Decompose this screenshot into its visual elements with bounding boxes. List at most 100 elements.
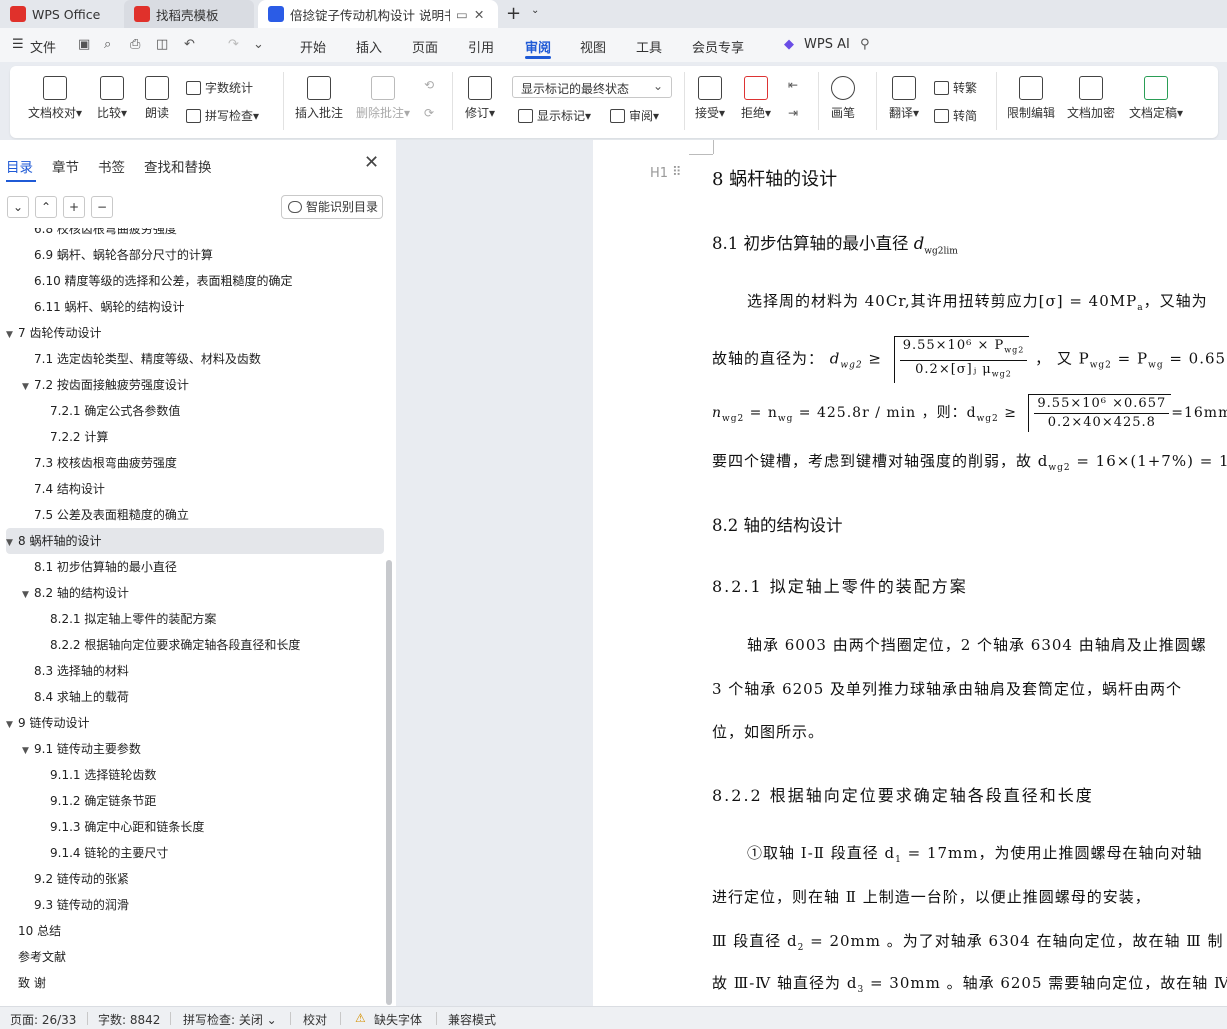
toc-item[interactable]: ▼ 9.1 链传动主要参数 xyxy=(22,736,141,762)
page-indicator[interactable]: 页面: 26/33 xyxy=(10,1011,76,1028)
window-icon[interactable]: ▭ xyxy=(456,7,468,22)
next-change-icon[interactable]: ⇥ xyxy=(788,106,798,120)
redo-icon[interactable]: ↷ xyxy=(228,37,239,52)
collapse-all-button[interactable]: ⌄ xyxy=(7,196,29,218)
menu-member[interactable]: 会员专享 xyxy=(692,37,744,56)
tab-toc[interactable]: 目录 xyxy=(6,156,33,176)
toc-item[interactable]: 9.2 链传动的张紧 xyxy=(22,866,129,892)
read-aloud-button[interactable]: 朗读 xyxy=(142,76,172,121)
hamburger-icon[interactable]: ☰ xyxy=(12,37,24,52)
accept-button[interactable]: 接受▾ xyxy=(692,76,728,121)
menu-view[interactable]: 视图 xyxy=(580,37,606,56)
encrypt-button[interactable]: 文档加密 xyxy=(1066,76,1116,121)
prev-comment-icon[interactable]: ⟲ xyxy=(424,78,434,92)
toc-item[interactable]: 8.3 选择轴的材料 xyxy=(22,658,129,684)
menu-page[interactable]: 页面 xyxy=(412,37,438,56)
expand-triangle-icon[interactable]: ▼ xyxy=(6,322,18,348)
toc-item[interactable]: 9.1.1 选择链轮齿数 xyxy=(38,762,156,788)
menu-file[interactable]: 文件 xyxy=(30,37,56,56)
toc-item[interactable]: ▼ 8.2 轴的结构设计 xyxy=(22,580,129,606)
toc-item[interactable]: 参考文献 xyxy=(6,944,66,970)
toc-item[interactable]: 7.4 结构设计 xyxy=(22,476,105,502)
tab-document[interactable]: 倍捻锭子传动机构设计 说明书 ▭ ✕ xyxy=(258,0,498,28)
toc-item[interactable]: 6.11 蜗杆、蜗轮的结构设计 xyxy=(22,294,185,320)
menu-review[interactable]: 审阅 xyxy=(525,37,551,56)
menu-wps-ai[interactable]: WPS AI xyxy=(804,37,850,52)
share-icon[interactable]: ⌕ xyxy=(104,37,111,52)
close-tab-icon[interactable]: ✕ xyxy=(474,7,484,22)
missing-font-status[interactable]: 缺失字体 xyxy=(374,1011,422,1028)
menu-start[interactable]: 开始 xyxy=(300,37,326,56)
tab-bookmarks[interactable]: 书签 xyxy=(98,156,125,176)
to-simplified-button[interactable]: 转简 xyxy=(934,107,977,124)
close-pane-icon[interactable]: ✕ xyxy=(364,152,379,173)
toc-item[interactable]: 9.3 链传动的润滑 xyxy=(22,892,129,918)
tab-template[interactable]: 找稻壳模板 xyxy=(124,0,254,28)
tab-chapters[interactable]: 章节 xyxy=(52,156,79,176)
toc-scrollbar[interactable] xyxy=(386,560,392,1005)
pen-button[interactable]: 画笔 xyxy=(828,76,858,121)
toc-item[interactable]: 8.4 求轴上的载荷 xyxy=(22,684,129,710)
toc-item[interactable]: 6.8 校核齿根弯曲疲劳强度 xyxy=(22,228,177,242)
new-tab-button[interactable]: + xyxy=(506,3,521,24)
proof-status[interactable]: 校对 xyxy=(303,1011,327,1028)
restrict-edit-button[interactable]: 限制编辑 xyxy=(1006,76,1056,121)
reject-button[interactable]: 拒绝▾ xyxy=(738,76,774,121)
menu-tools[interactable]: 工具 xyxy=(636,37,662,56)
spell-check-button[interactable]: 拼写检查 ▾ xyxy=(186,107,259,124)
toc-item[interactable]: 9.1.3 确定中心距和链条长度 xyxy=(38,814,204,840)
review-pane-button[interactable]: 审阅 ▾ xyxy=(610,107,659,124)
print-icon[interactable]: ⎙ xyxy=(130,37,140,52)
next-comment-icon[interactable]: ⟳ xyxy=(424,106,434,120)
menu-insert[interactable]: 插入 xyxy=(356,37,382,56)
toc-item[interactable]: 致 谢 xyxy=(6,970,46,996)
toc-item[interactable]: ▼ 7 齿轮传动设计 xyxy=(6,320,101,346)
toc-item[interactable]: ▼ 8 蜗杆轴的设计 xyxy=(6,528,384,554)
translate-button[interactable]: 翻译▾ xyxy=(886,76,922,121)
toc-item[interactable]: 7.2.2 计算 xyxy=(38,424,108,450)
finalize-button[interactable]: 文档定稿▾ xyxy=(1126,76,1186,121)
delete-comment-button[interactable]: 删除批注▾ xyxy=(354,76,412,121)
remove-heading-button[interactable]: − xyxy=(91,196,113,218)
wps-ai-icon[interactable]: ◆ xyxy=(784,37,794,52)
toc-item[interactable]: 8.1 初步估算轴的最小直径 xyxy=(22,554,177,580)
toc-item[interactable]: 7.3 校核齿根弯曲疲劳强度 xyxy=(22,450,177,476)
document-page[interactable]: H1 ⠿ 8 蜗杆轴的设计 8.1 初步估算轴的最小直径 dwg2lim 选择周… xyxy=(593,140,1227,1006)
expand-triangle-icon[interactable]: ▼ xyxy=(22,374,34,400)
display-state-select[interactable]: 显示标记的最终状态 ⌄ xyxy=(512,76,672,98)
prev-change-icon[interactable]: ⇤ xyxy=(788,78,798,92)
drag-handle-icon[interactable]: ⠿ xyxy=(672,165,682,180)
undo-icon[interactable]: ↶ xyxy=(184,37,195,52)
word-count-button[interactable]: 字数统计 xyxy=(186,79,253,96)
revise-button[interactable]: 修订▾ xyxy=(462,76,498,121)
toc-item[interactable]: 6.9 蜗杆、蜗轮各部分尺寸的计算 xyxy=(22,242,213,268)
doc-check-button[interactable]: 文档校对▾ xyxy=(24,76,86,121)
toc-item[interactable]: ▼ 7.2 按齿面接触疲劳强度设计 xyxy=(22,372,189,398)
toc-item[interactable]: 6.10 精度等级的选择和公差，表面粗糙度的确定 xyxy=(22,268,293,294)
toc-item[interactable]: 9.1.2 确定链条节距 xyxy=(38,788,156,814)
toc-item[interactable]: 7.2.1 确定公式各参数值 xyxy=(38,398,180,424)
expand-triangle-icon[interactable]: ▼ xyxy=(6,530,18,556)
tab-wps-office[interactable]: WPS Office xyxy=(0,0,118,28)
show-markup-button[interactable]: 显示标记 ▾ xyxy=(518,107,591,124)
more-dropdown-icon[interactable]: ⌄ xyxy=(253,37,264,52)
tab-list-dropdown-icon[interactable]: ⌄ xyxy=(531,5,539,16)
expand-triangle-icon[interactable]: ▼ xyxy=(22,738,34,764)
tab-find-replace[interactable]: 查找和替换 xyxy=(144,156,212,176)
preview-icon[interactable]: ◫ xyxy=(156,37,168,52)
save-icon[interactable]: ▣ xyxy=(78,37,90,52)
toc-item[interactable]: ▼ 9 链传动设计 xyxy=(6,710,89,736)
menu-reference[interactable]: 引用 xyxy=(468,37,494,56)
add-heading-button[interactable]: + xyxy=(63,196,85,218)
compare-button[interactable]: 比较▾ xyxy=(92,76,132,121)
word-count-status[interactable]: 字数: 8842 xyxy=(98,1011,160,1028)
expand-triangle-icon[interactable]: ▼ xyxy=(6,712,18,738)
toc-item[interactable]: 7.1 选定齿轮类型、精度等级、材料及齿数 xyxy=(22,346,261,372)
toc-item[interactable]: 7.5 公差及表面粗糙度的确立 xyxy=(22,502,189,528)
toc-item[interactable]: 8.2.2 根据轴向定位要求确定轴各段直径和长度 xyxy=(38,632,300,658)
expand-triangle-icon[interactable]: ▼ xyxy=(22,582,34,608)
toc-item[interactable]: 9.1.4 链轮的主要尺寸 xyxy=(38,840,168,866)
smart-toc-button[interactable]: 智能识别目录 xyxy=(281,195,383,219)
expand-up-button[interactable]: ⌃ xyxy=(35,196,57,218)
search-icon[interactable]: ⚲ xyxy=(860,37,870,52)
